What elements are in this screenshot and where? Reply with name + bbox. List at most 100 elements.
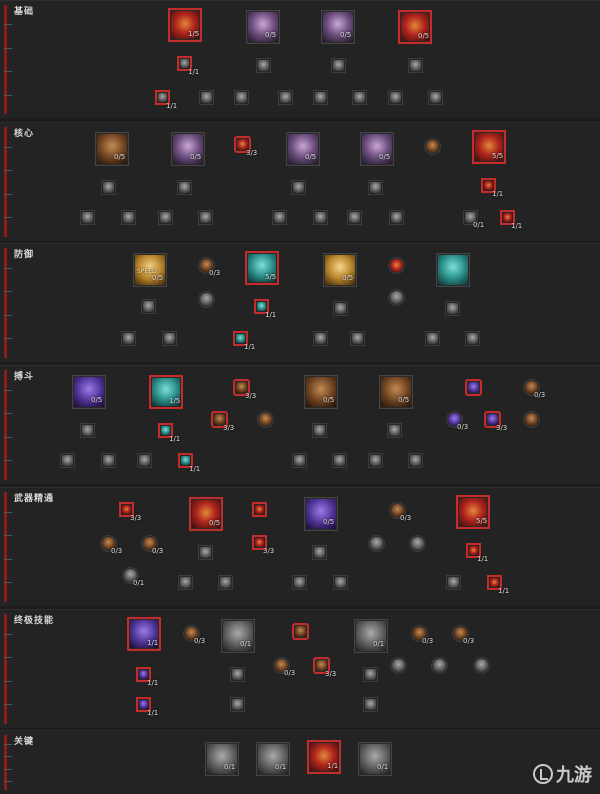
passive-node[interactable]: 3/3 [234,136,257,157]
upgrade-node[interactable]: 1/1 [178,453,200,473]
upgrade-node[interactable] [230,667,245,682]
skill-node[interactable]: 0/1 [358,742,392,776]
passive-node[interactable] [473,657,490,674]
skill-node[interactable]: 0/5 [360,132,394,166]
upgrade-node[interactable] [234,90,249,105]
passive-node[interactable]: 0/3 [183,625,205,645]
passive-node[interactable] [431,657,448,674]
upgrade-node[interactable] [291,180,306,195]
upgrade-node[interactable] [408,58,423,73]
upgrade-node[interactable] [218,575,233,590]
passive-node[interactable] [465,379,482,396]
passive-node[interactable]: 0/3 [411,625,433,645]
skill-node[interactable]: 1/1 [127,617,161,651]
passive-node[interactable]: 3/3 [484,411,507,432]
passive-node[interactable]: 0/3 [100,535,122,555]
skill-node[interactable] [436,253,470,287]
upgrade-node[interactable] [363,697,378,712]
passive-node[interactable] [523,411,540,428]
upgrade-node[interactable] [313,210,328,225]
upgrade-node[interactable] [445,301,460,316]
upgrade-node[interactable] [60,453,75,468]
upgrade-node[interactable] [101,180,116,195]
skill-node[interactable]: 0/1 [221,619,255,653]
skill-node[interactable]: 0/5 [304,497,338,531]
skill-node[interactable]: 0/5 [286,132,320,166]
passive-node[interactable] [198,291,215,308]
passive-node[interactable]: 0/3 [452,625,474,645]
upgrade-node[interactable] [363,667,378,682]
upgrade-node[interactable] [137,453,152,468]
upgrade-node[interactable]: 1/1 [487,575,509,595]
upgrade-node[interactable] [80,423,95,438]
skill-node[interactable]: 0/1 [205,742,239,776]
upgrade-node[interactable] [387,423,402,438]
upgrade-node[interactable] [121,210,136,225]
upgrade-node[interactable] [368,180,383,195]
skill-node[interactable]: 5/5 [456,495,490,529]
passive-node[interactable]: 0/3 [273,657,295,677]
upgrade-node[interactable] [333,301,348,316]
passive-node[interactable] [424,138,441,155]
upgrade-node[interactable] [368,453,383,468]
skill-node[interactable]: 1/5 [168,8,202,42]
upgrade-node[interactable] [350,331,365,346]
upgrade-node[interactable] [121,331,136,346]
upgrade-node[interactable] [312,423,327,438]
upgrade-node[interactable]: 1/1 [254,299,276,319]
upgrade-node[interactable] [388,90,403,105]
upgrade-node[interactable] [312,545,327,560]
passive-node[interactable]: 3/3 [313,657,336,678]
upgrade-node[interactable] [177,180,192,195]
upgrade-node[interactable] [446,575,461,590]
upgrade-node[interactable] [347,210,362,225]
skill-node[interactable]: 1/1 [307,740,341,774]
passive-node[interactable] [368,535,385,552]
skill-node[interactable]: 0/1 [354,619,388,653]
passive-node[interactable] [388,257,405,274]
passive-node[interactable] [292,623,309,640]
upgrade-node[interactable] [313,90,328,105]
upgrade-node[interactable]: 3/3 [119,502,141,522]
skill-node[interactable]: 0/5 [72,375,106,409]
upgrade-node[interactable] [331,58,346,73]
upgrade-node[interactable] [198,210,213,225]
upgrade-node[interactable]: 3/3 [252,535,274,555]
passive-node[interactable] [390,657,407,674]
upgrade-node[interactable] [352,90,367,105]
skill-node[interactable]: 0/5 [321,10,355,44]
passive-node[interactable]: 3/3 [233,379,256,400]
skill-node[interactable]: 0/5 [379,375,413,409]
upgrade-node[interactable] [272,210,287,225]
passive-node[interactable]: 0/3 [141,535,163,555]
upgrade-node[interactable] [158,210,173,225]
upgrade-node[interactable] [428,90,443,105]
skill-node[interactable]: 0/1 [256,742,290,776]
passive-node[interactable] [409,535,426,552]
upgrade-node[interactable] [178,575,193,590]
passive-node[interactable]: 3/3 [211,411,234,432]
upgrade-node[interactable]: 1/1 [481,178,503,198]
upgrade-node[interactable] [313,331,328,346]
upgrade-node[interactable] [278,90,293,105]
upgrade-node[interactable] [292,575,307,590]
skill-node[interactable]: 5/5 [472,130,506,164]
upgrade-node[interactable] [408,453,423,468]
upgrade-node[interactable]: 1/1 [233,331,255,351]
upgrade-node[interactable]: 1/1 [136,697,158,717]
upgrade-node[interactable]: 1/1 [155,90,177,110]
skill-node[interactable]: 0/5 [189,497,223,531]
skill-node[interactable]: 0/5 [304,375,338,409]
upgrade-node[interactable] [80,210,95,225]
skill-node[interactable]: 0/5 [398,10,432,44]
upgrade-node[interactable] [256,58,271,73]
skill-node[interactable]: 0/5 [246,10,280,44]
upgrade-node[interactable]: 1/1 [500,210,522,230]
passive-node[interactable]: 0/3 [446,411,468,431]
upgrade-node[interactable]: 1/1 [136,667,158,687]
upgrade-node[interactable] [252,502,267,517]
upgrade-node[interactable] [101,453,116,468]
upgrade-node[interactable] [230,697,245,712]
skill-node[interactable]: 0/5 [171,132,205,166]
passive-node[interactable] [257,411,274,428]
